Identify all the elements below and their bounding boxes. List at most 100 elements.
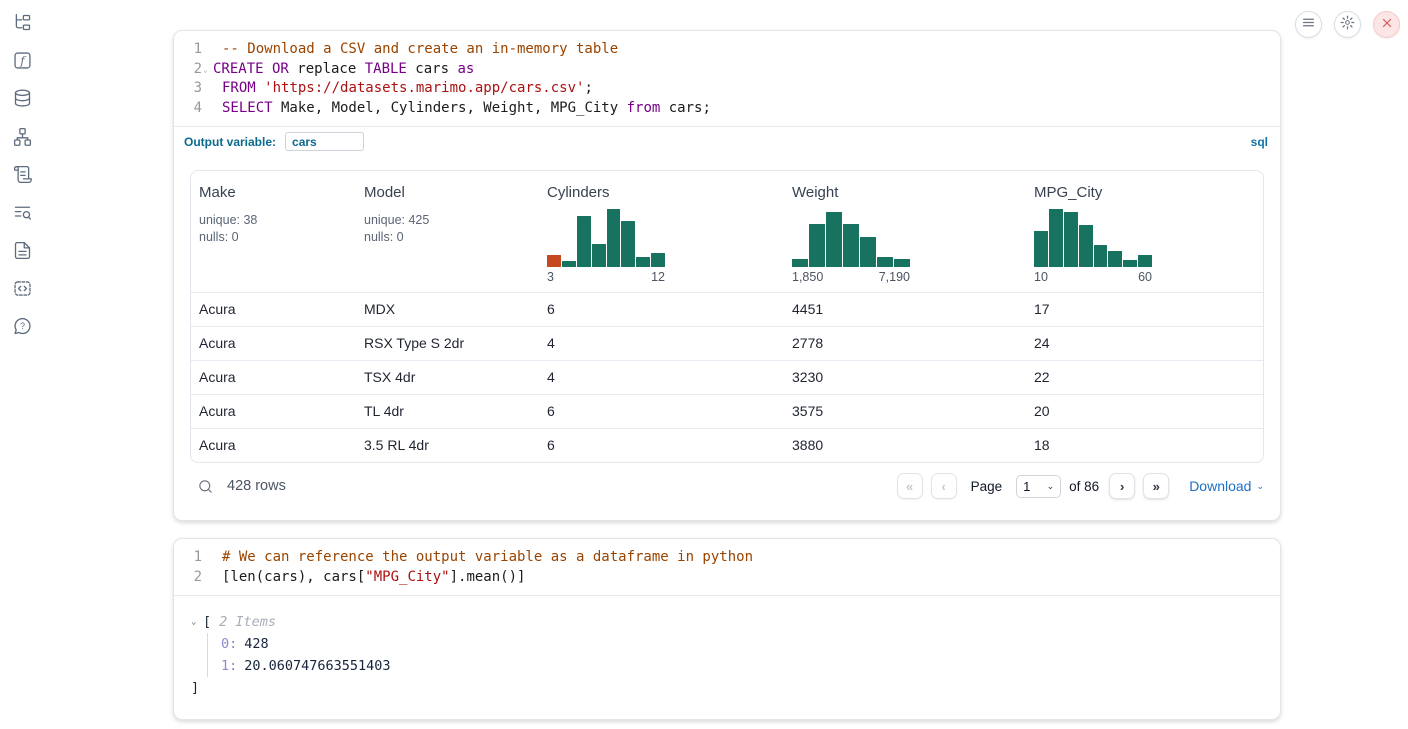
mpg-city-histogram[interactable]: 10 60 [1034,209,1152,284]
download-button[interactable]: Download ⌄ [1189,478,1264,494]
histogram-bar [577,216,591,267]
hist-max-label: 12 [651,270,665,284]
prev-page-button[interactable]: ‹ [931,473,957,499]
result-table: Make unique: 38 nulls: 0 Model unique: 4… [190,170,1264,463]
close-icon [1381,16,1393,34]
notebook-area: 1 -- Download a CSV and create an in-mem… [173,30,1281,720]
python-cell: 1 # We can reference the output variable… [173,538,1281,720]
dependency-graph-icon [12,126,33,152]
top-controls [1295,11,1400,38]
code-line[interactable]: 1 -- Download a CSV and create an in-mem… [180,40,1266,60]
histogram-bar [651,253,665,268]
histogram-bar [636,257,650,267]
sidebar-item-datasources[interactable] [11,90,33,112]
hist-min-label: 10 [1034,270,1048,284]
histogram-bar [547,255,561,267]
col-stat: nulls: 0 [199,229,348,246]
sql-url-string: 'https://datasets.marimo.app/cars.csv' [264,80,584,96]
list-search-icon [12,202,33,228]
histogram-bar [826,212,842,267]
sidebar-item-dependencies[interactable] [11,128,33,150]
shutdown-button[interactable] [1373,11,1400,38]
list-item: 0:428 [221,633,1264,655]
last-page-button[interactable]: » [1143,473,1169,499]
histogram-bar [1049,209,1063,267]
col-stat: unique: 38 [199,212,348,229]
open-bracket: [ [203,611,211,633]
sidebar-item-outline[interactable] [11,166,33,188]
histogram-bar [1034,231,1048,267]
hist-max-label: 60 [1138,270,1152,284]
sidebar-item-documentation[interactable] [11,242,33,264]
sql-code-editor[interactable]: 1 -- Download a CSV and create an in-mem… [174,31,1280,126]
cylinders-histogram[interactable]: 3 12 [547,209,665,284]
items-count-label: 2 Items [219,611,276,633]
code-line[interactable]: 4 SELECT Make, Model, Cylinders, Weight,… [180,99,1266,119]
histogram-bar [562,261,576,267]
gear-icon [1340,15,1355,35]
weight-histogram[interactable]: 1,8507,190 [792,209,910,284]
histogram-bar [1064,212,1078,267]
histogram-bar [1108,251,1122,267]
histogram-bar [1138,255,1152,267]
table-footer: 428 rows « ‹ Page 1 ⌄ of 86 › » Download… [190,469,1264,505]
page-select[interactable]: 1 ⌄ [1016,475,1061,498]
hist-min-label: 3 [547,270,554,284]
python-code-editor[interactable]: 1 # We can reference the output variable… [174,539,1280,595]
next-page-button[interactable]: › [1109,473,1135,499]
table-row[interactable]: Acura MDX 6 4451 17 [191,292,1263,326]
column-header-mpg-city[interactable]: MPG_City 1060 [1026,171,1263,292]
fold-chevron-icon[interactable]: ⌄ [203,60,213,80]
table-row[interactable]: Acura TSX 4dr 4 3230 22 [191,360,1263,394]
histogram-bar [1094,245,1108,267]
line-number: 4 [180,99,202,119]
sidebar-item-help[interactable]: ? [11,318,33,340]
chevron-down-icon: ⌄ [1256,481,1264,492]
histogram-bar [843,224,859,268]
row-count: 428 rows [227,478,286,494]
collapse-chevron-icon[interactable]: ⌄ [191,611,203,633]
table-row[interactable]: Acura TL 4dr 6 3575 20 [191,394,1263,428]
file-tree-icon [12,12,33,38]
histogram-bar [860,237,876,267]
column-header-make[interactable]: Make unique: 38 nulls: 0 [191,171,356,292]
code-line[interactable]: 1 # We can reference the output variable… [180,548,1266,568]
search-icon[interactable] [197,478,214,495]
database-icon [12,88,33,114]
column-header-weight[interactable]: Weight 1,8507,190 [784,171,1026,292]
line-number: 3 [180,79,202,99]
help-icon: ? [12,316,33,342]
column-header-cylinders[interactable]: Cylinders 312 [539,171,784,292]
histogram-bar [894,259,910,267]
sidebar-item-variables[interactable]: f [11,52,33,74]
sidebar-item-snippets[interactable] [11,280,33,302]
python-comment: # We can reference the output variable a… [222,549,753,565]
code-line[interactable]: 3 FROM 'https://datasets.marimo.app/cars… [180,79,1266,99]
line-number: 1 [180,40,202,60]
output-variable-input[interactable] [285,132,364,151]
language-badge[interactable]: sql [1251,135,1268,149]
first-page-button[interactable]: « [897,473,923,499]
hist-min-label: 1,850 [792,270,823,284]
histogram-bar [621,221,635,267]
table-row[interactable]: Acura 3.5 RL 4dr 6 3880 18 [191,428,1263,462]
table-row[interactable]: Acura RSX Type S 2dr 4 2778 24 [191,326,1263,360]
histogram-bar [592,244,606,267]
hamburger-icon [1302,16,1315,34]
settings-button[interactable] [1334,11,1361,38]
histogram-bar [877,257,893,267]
python-output: ⌄ [ 2 Items 0:428 1:20.060747663551403 ] [174,596,1280,719]
code-line[interactable]: 2 [len(cars), cars["MPG_City"].mean()] [180,568,1266,588]
list-item: 1:20.060747663551403 [221,655,1264,677]
column-header-model[interactable]: Model unique: 425 nulls: 0 [356,171,539,292]
sidebar-item-logs[interactable] [11,204,33,226]
output-variable-label: Output variable: [184,135,276,149]
code-line[interactable]: 2⌄ CREATE OR replace TABLE cars as [180,60,1266,80]
line-number: 2 [180,60,202,80]
menu-button[interactable] [1295,11,1322,38]
pagination: « ‹ Page 1 ⌄ of 86 › » Download ⌄ [897,473,1264,499]
sidebar-item-file-explorer[interactable] [11,14,33,36]
chevron-down-icon: ⌄ [1047,481,1055,492]
list-entries: 0:428 1:20.060747663551403 [207,633,1264,677]
table-header-row: Make unique: 38 nulls: 0 Model unique: 4… [191,171,1263,292]
